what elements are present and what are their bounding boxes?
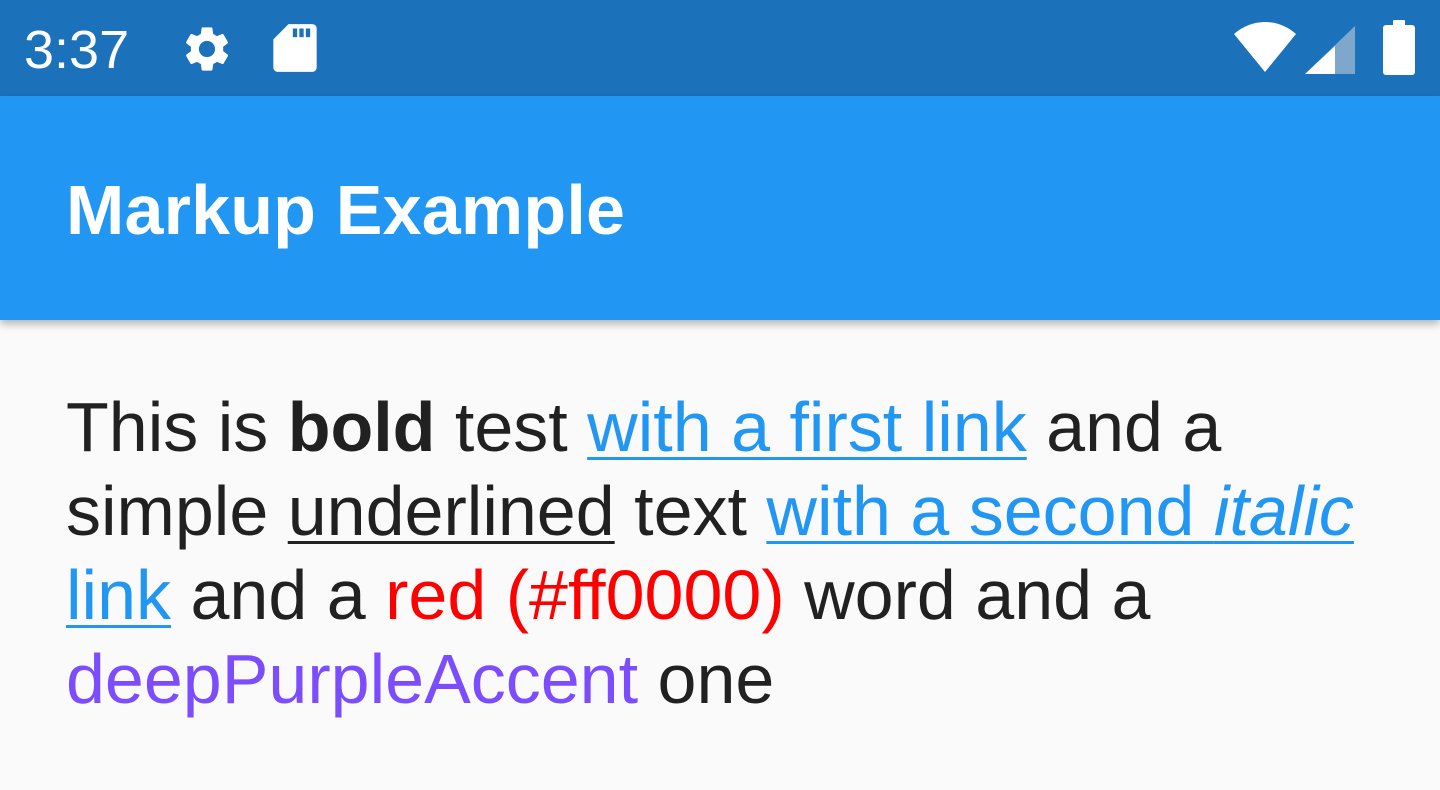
- second-link-text: link: [66, 556, 172, 634]
- text-segment: text: [614, 472, 767, 550]
- text-segment: and a: [171, 556, 386, 634]
- status-time: 3:37: [24, 20, 130, 80]
- wifi-icon: [1234, 22, 1296, 72]
- first-link[interactable]: with a first link: [587, 388, 1027, 466]
- second-link-text: with a second: [766, 472, 1214, 550]
- status-bar: 3:37: [0, 0, 1440, 96]
- signal-icon: [1305, 26, 1355, 74]
- battery-icon: [1383, 20, 1415, 75]
- text-segment: This is: [66, 388, 288, 466]
- sd-card-icon: [273, 24, 317, 72]
- purple-text: deepPurpleAccent: [66, 640, 639, 718]
- text-segment: word and a: [784, 556, 1151, 634]
- text-segment: test: [435, 388, 588, 466]
- underlined-text: underlined: [287, 472, 615, 550]
- gear-icon: [186, 27, 229, 71]
- second-link-italic-text: italic: [1213, 472, 1354, 550]
- bold-text: bold: [287, 388, 436, 466]
- markup-text-block: This is bold test with a first link and …: [66, 385, 1386, 721]
- markup-paragraph: This is bold test with a first link and …: [66, 385, 1386, 721]
- page-title: Markup Example: [66, 171, 626, 249]
- red-text: red (#ff0000): [385, 556, 785, 634]
- text-segment: one: [638, 640, 775, 718]
